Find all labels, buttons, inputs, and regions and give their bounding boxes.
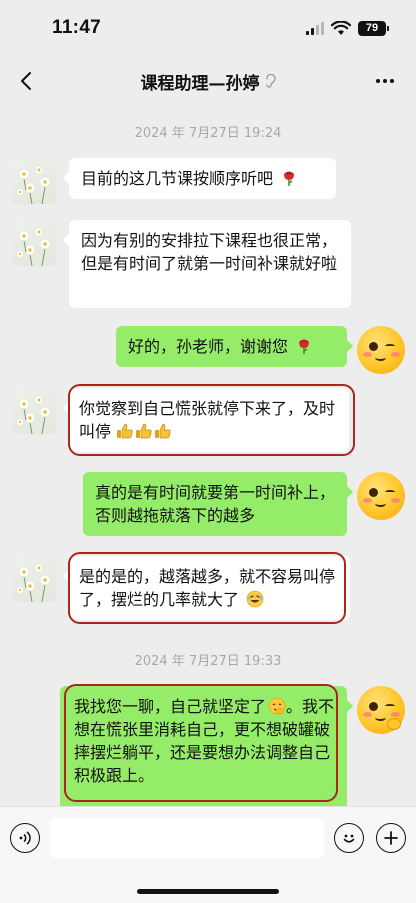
flower-avatar-image (16, 227, 51, 266)
shy-smile-icon (268, 697, 286, 715)
flower-avatar-image (16, 563, 51, 602)
plus-icon (384, 831, 398, 845)
status-bar: 11:47 79 (0, 0, 416, 56)
more-button[interactable] (372, 67, 398, 95)
chat-title-text: 课程助理—孙婷 (140, 73, 260, 94)
message-bubble-incoming[interactable]: 目前的这几节课按顺序听吧 (63, 158, 336, 199)
battery-level: 79 (365, 22, 379, 34)
ear-icon (265, 74, 276, 88)
message-bubble-incoming[interactable]: 是的是的，越落越多，就不容易叫停了，摆烂的几率就大了 (63, 556, 350, 620)
message-bubble-outgoing[interactable]: 我找您一聊，自己就坚定了 。我不想在慌张里消耗自己，更不想破罐破摔摆烂躺平，还是要… (60, 686, 353, 806)
emoji-button[interactable] (334, 823, 364, 853)
my-avatar[interactable] (357, 472, 405, 520)
voice-icon (19, 831, 31, 845)
contact-avatar[interactable] (12, 222, 56, 266)
timestamp: 2024 年 7月27日 19:33 (134, 654, 282, 669)
signal-icon (306, 21, 324, 35)
plus-button[interactable] (376, 823, 406, 853)
chat-title: 课程助理—孙婷 (141, 69, 276, 94)
contact-avatar[interactable] (12, 160, 56, 204)
rose-icon (284, 171, 295, 186)
status-time: 11:47 (52, 17, 102, 38)
message-text: 我找您一聊，自己就坚定了 (74, 697, 267, 716)
chat-area[interactable]: 2024 年 7月27日 19:24 目前的这几节课按顺序听吧 因为有别的安排拉… (0, 106, 416, 806)
message-text: 因为有别的安排拉下课程也很正常，但是有时间了就第一时间补课就好啦 (81, 231, 338, 273)
message-bubble-outgoing[interactable]: 好的，孙老师，谢谢您 (116, 326, 353, 367)
laughing-icon (246, 590, 264, 608)
contact-avatar[interactable] (12, 390, 56, 434)
battery-icon: 79 (358, 20, 389, 36)
message-text: 好的，孙老师，谢谢您 (128, 337, 289, 356)
thumbs-up-icon (116, 422, 172, 440)
back-icon (21, 72, 31, 90)
rose-icon (299, 339, 310, 354)
message-text: 真的是有时间就要第一时间补上，否则越拖就落下的越多 (95, 483, 336, 525)
status-icons: 79 (306, 20, 389, 36)
message-bubble-incoming[interactable]: 因为有别的安排拉下课程也很正常，但是有时间了就第一时间补课就好啦 (63, 220, 351, 308)
message-bubble-outgoing[interactable]: 真的是有时间就要第一时间补上，否则越拖就落下的越多 (83, 472, 353, 536)
my-avatar[interactable] (357, 326, 405, 374)
contact-avatar[interactable] (12, 558, 56, 602)
emoji-icon (343, 834, 355, 843)
message-text: 目前的这几节课按顺序听吧 (81, 169, 274, 188)
flower-avatar-image (16, 395, 51, 434)
message-text: 是的是的，越落越多，就不容易叫停了，摆烂的几率就大了 (79, 567, 336, 609)
message-bubble-incoming[interactable]: 你觉察到自己慌张就停下来了，及时叫停 (63, 388, 349, 452)
voice-button[interactable] (10, 823, 40, 853)
flower-avatar-image (16, 165, 51, 204)
back-button[interactable] (14, 67, 38, 95)
timestamp: 2024 年 7月27日 19:24 (134, 126, 282, 141)
wifi-icon (331, 20, 351, 35)
message-input[interactable] (50, 818, 324, 858)
my-avatar[interactable] (357, 686, 405, 734)
nav-bar: 课程助理—孙婷 (0, 56, 416, 106)
home-indicator (137, 889, 279, 894)
more-icon (376, 79, 394, 83)
